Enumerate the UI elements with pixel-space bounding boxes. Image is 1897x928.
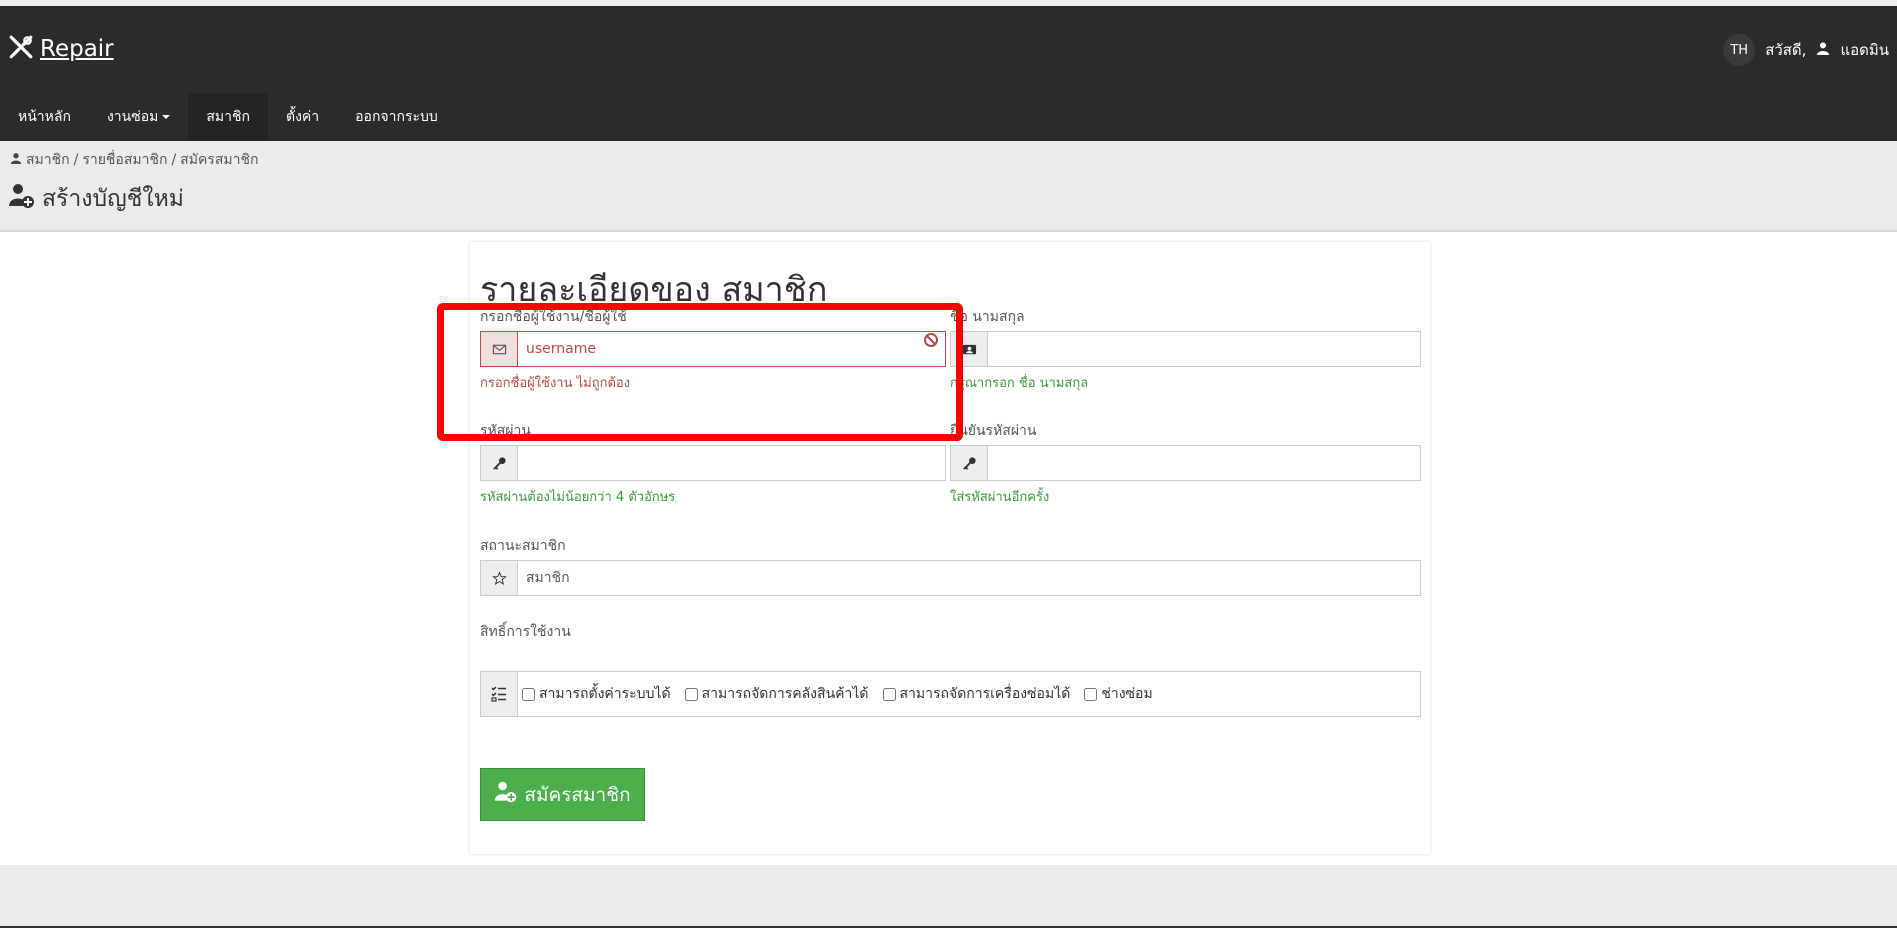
brand-text[interactable]: Repair [40,36,114,62]
breadcrumb-area: สมาชิก / รายชื่อสมาชิก / สมัครสมาชิก สร้… [0,141,1897,232]
user-icon [1816,41,1830,59]
permission-settings-checkbox[interactable] [522,687,535,701]
permission-repair-device-checkbox[interactable] [882,687,896,701]
page-title: สร้างบัญชีใหม่ [8,181,184,217]
confirm-password-field [950,445,1421,481]
username-link[interactable]: แอดมิน [1840,38,1889,62]
user-menu: TH สวัสดี, แอดมิน [1723,34,1889,66]
confirm-password-input[interactable] [988,446,1420,480]
password-field [480,445,946,481]
permission-repair-device[interactable]: สามารถจัดการเครื่องซ่อมได้ [882,683,1071,705]
nav-label: สมาชิก [206,109,250,125]
register-form-card: รายละเอียดของ สมาชิก กรอกชื่อผู้ใช้งาน/ช… [470,242,1430,854]
status-label: สถานะสมาชิก [480,538,566,554]
nav-label: ออกจากระบบ [355,109,438,125]
permissions-list: สามารถตั้งค่าระบบได้ สามารถจัดการคลังสิน… [518,672,1153,716]
password-label: รหัสผ่าน [480,423,531,439]
nav-label: งานซ่อม [106,109,159,125]
permission-label: ช่างซ่อม [1101,686,1153,702]
language-switch[interactable]: TH [1723,34,1756,66]
permission-inventory-checkbox[interactable] [684,687,698,701]
permissions-field: สามารถตั้งค่าระบบได้ สามารถจัดการคลังสิน… [480,671,1421,717]
tasks-icon [481,672,518,716]
brand-link[interactable]: Repair [8,34,114,64]
fullname-label: ชื่อ นามสกุล [950,309,1025,325]
permission-settings[interactable]: สามารถตั้งค่าระบบได้ [522,683,671,705]
breadcrumb-current: สมัครสมาชิก [180,152,259,168]
nav-item-repair[interactable]: งานซ่อม [89,93,188,141]
password-input[interactable] [518,446,945,480]
fullname-help: กรุณากรอก ชื่อ นามสกุล [950,376,1089,391]
top-header: Repair TH สวัสดี, แอดมิน [0,6,1897,93]
footer-area [0,865,1897,928]
breadcrumb-separator: / [171,152,177,168]
fullname-input[interactable] [988,332,1420,366]
caret-down-icon [162,115,171,119]
confirm-password-label: ยืนยันรหัสผ่าน [950,423,1037,439]
envelope-icon [481,332,518,366]
username-field [480,331,946,367]
key-icon [951,446,988,480]
register-button-label: สมัครสมาชิก [524,783,631,806]
username-input[interactable] [518,332,923,366]
confirm-password-help: ใส่รหัสผ่านอีกครั้ง [950,490,1050,505]
content-area: รายละเอียดของ สมาชิก กรอกชื่อผู้ใช้งาน/ช… [0,232,1897,865]
nav-item-settings[interactable]: ตั้งค่า [268,93,337,141]
permission-label: สามารถจัดการเครื่องซ่อมได้ [899,686,1071,702]
permission-label: สามารถตั้งค่าระบบได้ [539,686,671,702]
username-error: กรอกชื่อผู้ใช้งาน ไม่ถูกต้อง [480,376,631,391]
nav-label: ตั้งค่า [285,109,320,125]
status-field [480,560,1421,596]
main-nav: หน้าหลัก งานซ่อม สมาชิก ตั้งค่า ออกจากระ… [0,93,1897,141]
permission-label: สามารถจัดการคลังสินค้าได้ [701,686,869,702]
password-help: รหัสผ่านต้องไม่น้อยกว่า 4 ตัวอักษร [480,490,676,505]
breadcrumb-separator: / [73,152,79,168]
fullname-field [950,331,1421,367]
nav-item-logout[interactable]: ออกจากระบบ [337,93,456,141]
breadcrumb-link-members[interactable]: สมาชิก [26,149,70,171]
permissions-label: สิทธิ์การใช้งาน [480,624,571,640]
nav-item-home[interactable]: หน้าหลัก [0,93,89,141]
user-icon [10,152,22,168]
nav-label: หน้าหลัก [18,109,71,125]
star-icon [481,561,518,595]
greeting-text: สวัสดี, [1765,41,1807,59]
address-card-icon [951,332,988,366]
breadcrumb: สมาชิก / รายชื่อสมาชิก / สมัครสมาชิก [10,149,258,171]
tools-icon [8,34,34,64]
status-select[interactable] [518,561,1420,595]
register-button[interactable]: สมัครสมาชิก [480,768,645,821]
add-user-icon [8,182,36,216]
username-label: กรอกชื่อผู้ใช้งาน/ชื่อผู้ใช้ [480,309,627,325]
key-icon [481,446,518,480]
add-user-icon [494,780,518,809]
permission-technician-checkbox[interactable] [1084,687,1098,701]
nav-item-members[interactable]: สมาชิก [188,93,268,141]
permission-inventory[interactable]: สามารถจัดการคลังสินค้าได้ [684,683,869,705]
ban-icon [923,332,945,366]
permission-technician[interactable]: ช่างซ่อม [1084,683,1153,705]
page-title-text: สร้างบัญชีใหม่ [42,186,184,212]
breadcrumb-link-member-list[interactable]: รายชื่อสมาชิก [82,149,167,171]
